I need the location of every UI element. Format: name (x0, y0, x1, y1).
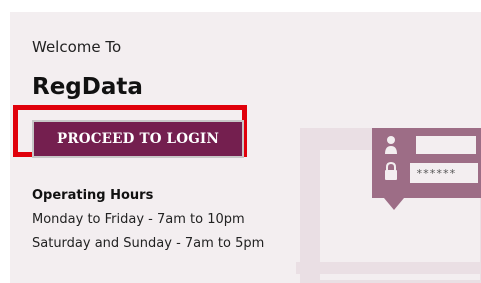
illustration-password-field: ****** (410, 163, 478, 183)
hours-weekday: Monday to Friday - 7am to 10pm (32, 212, 245, 227)
welcome-panel: Welcome To RegData PROCEED TO LOGIN Oper… (10, 12, 481, 283)
user-icon (385, 136, 397, 154)
proceed-to-login-button[interactable]: PROCEED TO LOGIN (32, 120, 244, 158)
hours-weekend: Saturday and Sunday - 7am to 5pm (32, 236, 265, 251)
illustration-card-tail (384, 198, 404, 210)
operating-hours-title: Operating Hours (32, 188, 154, 203)
illustration-username-field (416, 136, 476, 154)
brand-title: RegData (32, 74, 143, 100)
lock-icon (385, 162, 397, 180)
illustration-monitor-base (296, 262, 481, 274)
welcome-text: Welcome To (32, 38, 122, 56)
